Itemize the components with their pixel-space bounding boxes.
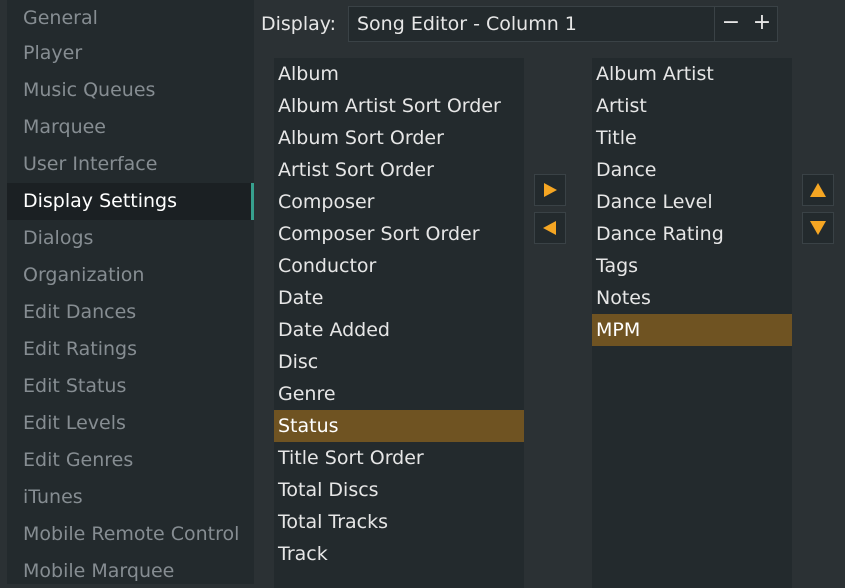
available-field-composer[interactable]: Composer (274, 186, 524, 218)
sidebar-item-display-settings[interactable]: Display Settings (7, 183, 254, 220)
sidebar-item-mobile-marquee[interactable]: Mobile Marquee (7, 553, 254, 584)
selected-field-dance[interactable]: Dance (592, 154, 792, 186)
selected-field-dance-rating[interactable]: Dance Rating (592, 218, 792, 250)
available-field-date-added[interactable]: Date Added (274, 314, 524, 346)
available-field-disc[interactable]: Disc (274, 346, 524, 378)
available-fields-list[interactable]: Album Album Artist Sort Order Album Sort O… (274, 58, 524, 588)
available-field-composer-sort-order[interactable]: Composer Sort Order (274, 218, 524, 250)
available-field-total-tracks[interactable]: Total Tracks (274, 506, 524, 538)
add-display-button[interactable]: + (746, 7, 778, 41)
sidebar-item-mobile-remote-control[interactable]: Mobile Remote Control (7, 516, 254, 553)
sidebar-item-edit-dances[interactable]: Edit Dances (7, 294, 254, 331)
move-up-button[interactable] (802, 174, 834, 206)
sidebar-item-marquee[interactable]: Marquee (7, 109, 254, 146)
selected-field-notes[interactable]: Notes (592, 282, 792, 314)
sidebar-item-music-queues[interactable]: Music Queues (7, 72, 254, 109)
selected-fields-list[interactable]: Album Artist Artist Title Dance Dance Level D… (592, 58, 792, 588)
selected-field-artist[interactable]: Artist (592, 90, 792, 122)
move-down-button[interactable] (802, 212, 834, 244)
selected-field-tags[interactable]: Tags (592, 250, 792, 282)
sidebar-item-user-interface[interactable]: User Interface (7, 146, 254, 183)
selected-field-album-artist[interactable]: Album Artist (592, 58, 792, 90)
available-field-date[interactable]: Date (274, 282, 524, 314)
triangle-down-icon (810, 221, 826, 235)
sidebar-item-player[interactable]: Player (7, 35, 254, 72)
move-right-button[interactable] (534, 174, 566, 206)
available-field-status[interactable]: Status (274, 410, 524, 442)
available-field-album-artist-sort-order[interactable]: Album Artist Sort Order (274, 90, 524, 122)
available-field-album[interactable]: Album (274, 58, 524, 90)
sidebar-item-edit-genres[interactable]: Edit Genres (7, 442, 254, 479)
display-value[interactable]: Song Editor - Column 1 (357, 7, 577, 41)
triangle-left-icon (543, 221, 556, 235)
sidebar-item-edit-status[interactable]: Edit Status (7, 368, 254, 405)
selected-field-dance-level[interactable]: Dance Level (592, 186, 792, 218)
sidebar-item-itunes[interactable]: iTunes (7, 479, 254, 516)
selected-field-title[interactable]: Title (592, 122, 792, 154)
sidebar-item-organization[interactable]: Organization (7, 257, 254, 294)
selected-field-mpm[interactable]: MPM (592, 314, 792, 346)
available-field-artist-sort-order[interactable]: Artist Sort Order (274, 154, 524, 186)
remove-display-button[interactable]: − (714, 7, 747, 41)
sidebar-item-edit-ratings[interactable]: Edit Ratings (7, 331, 254, 368)
triangle-up-icon (810, 183, 826, 197)
available-field-total-discs[interactable]: Total Discs (274, 474, 524, 506)
triangle-right-icon (544, 183, 557, 197)
display-label: Display: (261, 13, 337, 35)
settings-sidebar: General Player Music Queues Marquee User Int… (7, 0, 254, 584)
move-left-button[interactable] (534, 212, 566, 244)
sidebar-item-dialogs[interactable]: Dialogs (7, 220, 254, 257)
available-field-genre[interactable]: Genre (274, 378, 524, 410)
available-field-conductor[interactable]: Conductor (274, 250, 524, 282)
available-field-track[interactable]: Track (274, 538, 524, 570)
available-field-album-sort-order[interactable]: Album Sort Order (274, 122, 524, 154)
sidebar-item-general[interactable]: General (7, 0, 254, 35)
available-field-title-sort-order[interactable]: Title Sort Order (274, 442, 524, 474)
display-selector[interactable]: Song Editor - Column 1 − + (348, 6, 778, 42)
sidebar-item-edit-levels[interactable]: Edit Levels (7, 405, 254, 442)
